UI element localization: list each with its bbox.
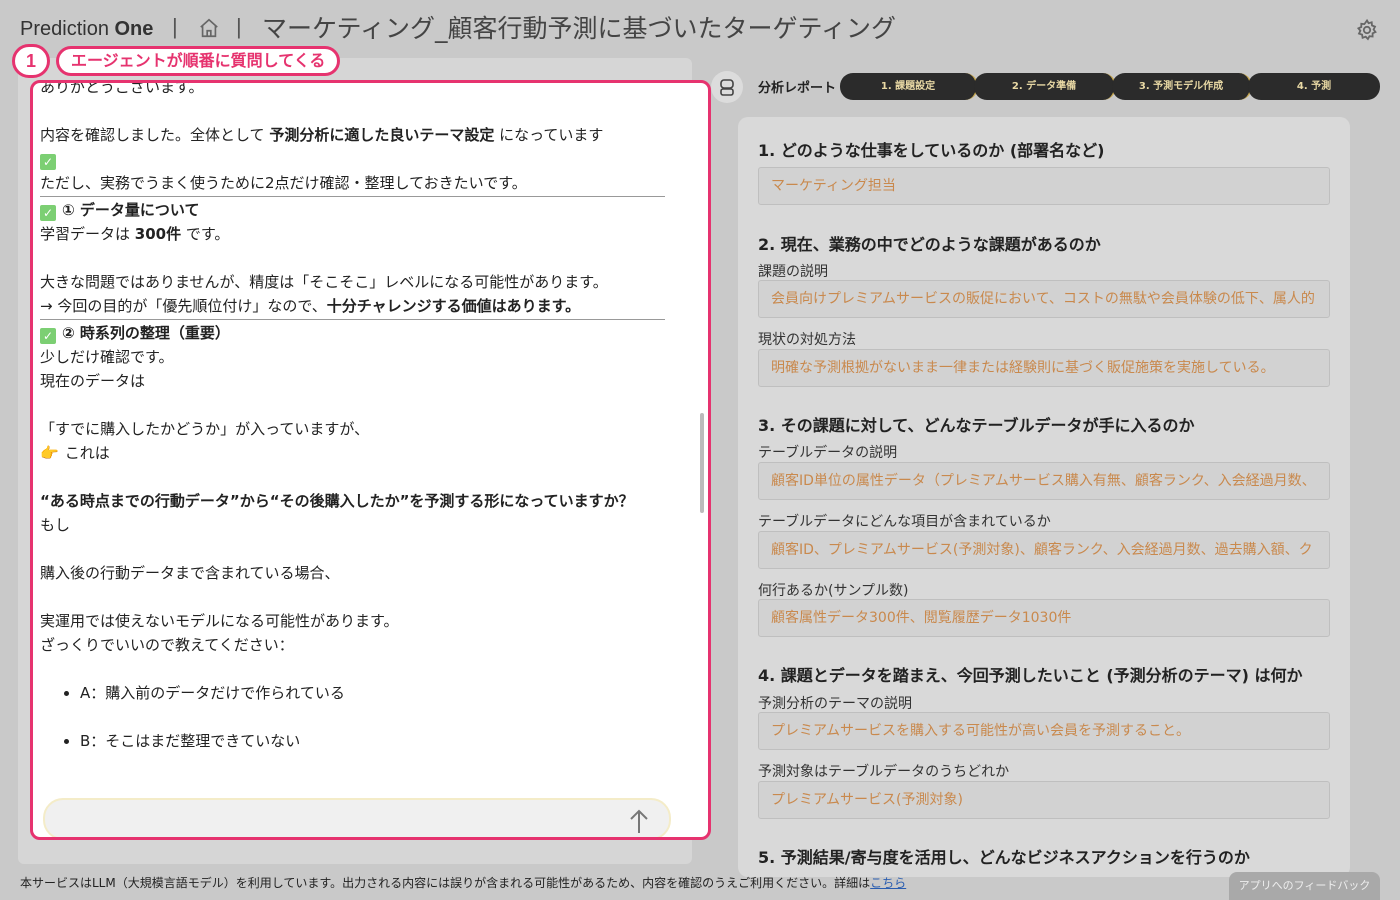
chat-text: これは <box>64 444 110 462</box>
header-separator: | <box>236 14 242 39</box>
step-4[interactable]: 4. 予測 <box>1248 73 1380 100</box>
chat-text: になっています <box>494 126 604 144</box>
robot-icon <box>720 79 734 96</box>
list-item: A：購入前のデータだけで作られている <box>40 681 670 705</box>
chat-line: 実運用では使えないモデルになる可能性があります。 <box>40 612 399 630</box>
disclaimer: 本サービスはLLM（大規模言語モデル）を利用しています。出力される内容には誤りが… <box>20 874 906 891</box>
field-label: 予測分析のテーマの説明 <box>758 696 912 712</box>
chat-text: 内容を確認しました。全体として <box>40 126 270 144</box>
chat-line: → 今回の目的が「優先順位付け」なので、十分チャレンジする価値はあります。 <box>40 294 670 318</box>
divider <box>40 196 665 197</box>
home-icon[interactable] <box>198 17 220 39</box>
disclaimer-text: 本サービスはLLM（大規模言語モデル）を利用しています。出力される内容には誤りが… <box>20 876 871 890</box>
chat-line: ざっくりでいいので教えてください： <box>40 636 294 654</box>
annotation-number-badge: 1 <box>12 44 50 78</box>
chat-line: 少しだけ確認です。 <box>40 348 174 366</box>
chat-text: です。 <box>181 225 230 243</box>
report-icon[interactable] <box>711 71 743 103</box>
step-3[interactable]: 3. 予測モデル作成 <box>1112 73 1252 100</box>
chat-text: → 今回の目的が「優先順位付け」なので、 <box>40 297 327 315</box>
section-4-title: 4. 課題とデータを踏まえ、今回予測したいこと (予測分析のテーマ) は何か <box>758 666 1303 685</box>
send-arrow-icon[interactable] <box>627 807 651 835</box>
page-title: マーケティング_顧客行動予測に基づいたターゲティング <box>262 14 897 43</box>
field-label: テーブルデータにどんな項目が含まれているか <box>758 514 1051 530</box>
field-label: 予測対象はテーブルデータのうちどれか <box>758 764 1010 780</box>
section-heading: ✓ ① データ量について <box>40 198 670 222</box>
field-label: 現状の対処方法 <box>758 332 856 348</box>
current-approach-field[interactable]: 明確な予測根拠がないまま一律または経験則に基づく販促施策を実施している。 <box>758 349 1330 387</box>
check-mark-icon: ✓ <box>40 154 56 170</box>
step-2[interactable]: 2. データ準備 <box>974 73 1116 100</box>
agent-message: ありがとうございます。 内容を確認しました。全体として 予測分析に適した良いテー… <box>40 83 670 753</box>
chat-line: もし <box>40 516 71 534</box>
chat-line: 購入後の行動データまで含まれている場合、 <box>40 564 340 582</box>
chat-scrollbar[interactable] <box>700 413 704 513</box>
list-item: B：そこはまだ整理できていない <box>40 729 670 753</box>
chat-bold-text: 十分チャレンジする価値はあります。 <box>326 297 581 315</box>
chat-line: 学習データは 300件 です。 <box>40 222 670 246</box>
chat-message-area[interactable]: ありがとうございます。 内容を確認しました。全体として 予測分析に適した良いテー… <box>40 83 670 783</box>
chat-emphasis: “ある時点までの行動データ”から“その後購入したか”を予測する形になっていますか… <box>40 492 634 510</box>
chat-bold-text: 300件 <box>134 225 182 243</box>
chat-panel: ありがとうございます。 内容を確認しました。全体として 予測分析に適した良いテー… <box>30 80 711 840</box>
issue-description-field[interactable]: 会員向けプレミアムサービスの販促において、コストの無駄や会員体験の低下、属人的 <box>758 280 1330 318</box>
app-header: Prediction One | | マーケティング_顧客行動予測に基づいたター… <box>0 0 1400 52</box>
brand-suffix: One <box>114 18 154 40</box>
department-field[interactable]: マーケティング担当 <box>758 167 1330 205</box>
report-panel: 1. どのような仕事をしているのか (部署名など) マーケティング担当 2. 現… <box>738 117 1350 877</box>
chat-line: 👉 これは <box>40 441 670 465</box>
details-link[interactable]: こちら <box>870 876 906 890</box>
sample-count-field[interactable]: 顧客属性データ300件、閲覧履歴データ1030件 <box>758 599 1330 637</box>
chat-text: 学習データは <box>40 225 135 243</box>
section-title: ① データ量について <box>62 201 200 219</box>
field-label: 何行あるか(サンプル数) <box>758 583 909 599</box>
chat-line: 大きな問題ではありませんが、精度は「そこそこ」レベルになる可能性があります。 <box>40 273 608 291</box>
table-description-field[interactable]: 顧客ID単位の属性データ（プレミアムサービス購入有無、顧客ランク、入会経過月数、 <box>758 462 1330 500</box>
chat-input[interactable] <box>43 798 671 837</box>
chat-line: ありがとうございます。 <box>40 83 204 96</box>
brand-prefix: Prediction <box>20 18 109 40</box>
chat-line: 現在のデータは <box>40 372 146 390</box>
chat-line: ただし、実務でうまく使うために2点だけ確認・整理しておきたいです。 <box>40 174 527 192</box>
theme-description-field[interactable]: プレミアムサービスを購入する可能性が高い会員を予測すること。 <box>758 712 1330 750</box>
step-1[interactable]: 1. 課題設定 <box>840 73 978 100</box>
field-label: 課題の説明 <box>758 264 828 280</box>
pointing-hand-icon: 👉 <box>40 444 59 462</box>
feedback-button[interactable]: アプリへのフィードバック <box>1229 872 1380 900</box>
header-separator: | <box>172 14 178 39</box>
section-3-title: 3. その課題に対して、どんなテーブルデータが手に入るのか <box>758 416 1195 435</box>
chat-line: ✓ <box>40 147 670 171</box>
section-heading: ✓ ② 時系列の整理（重要） <box>40 321 670 345</box>
check-mark-icon: ✓ <box>40 328 56 344</box>
section-1-title: 1. どのような仕事をしているのか (部署名など) <box>758 141 1105 160</box>
section-2-title: 2. 現在、業務の中でどのような課題があるのか <box>758 235 1101 254</box>
divider <box>40 319 665 320</box>
field-label: テーブルデータの説明 <box>758 445 898 461</box>
section-5-title: 5. 予測結果/寄与度を活用し、どんなビジネスアクションを行うのか <box>758 848 1250 867</box>
brand-logo[interactable]: Prediction One <box>20 18 153 41</box>
section-title: ② 時系列の整理（重要） <box>62 324 230 342</box>
chat-bold-text: 予測分析に適した良いテーマ設定 <box>269 126 495 144</box>
chat-line: 内容を確認しました。全体として 予測分析に適した良いテーマ設定 になっています <box>40 123 670 147</box>
step-progress: 1. 課題設定 2. データ準備 3. 予測モデル作成 4. 予測 <box>840 73 1380 100</box>
gear-icon[interactable] <box>1355 18 1379 42</box>
prediction-target-field[interactable]: プレミアムサービス(予測対象) <box>758 781 1330 819</box>
chat-line: 「すでに購入したかどうか」が入っていますが、 <box>40 420 370 438</box>
table-columns-field[interactable]: 顧客ID、プレミアムサービス(予測対象)、顧客ランク、入会経過月数、過去購入額、… <box>758 531 1330 569</box>
annotation-label: エージェントが順番に質問してくる <box>56 46 341 76</box>
report-label: 分析レポート <box>758 81 837 96</box>
check-mark-icon: ✓ <box>40 205 56 221</box>
